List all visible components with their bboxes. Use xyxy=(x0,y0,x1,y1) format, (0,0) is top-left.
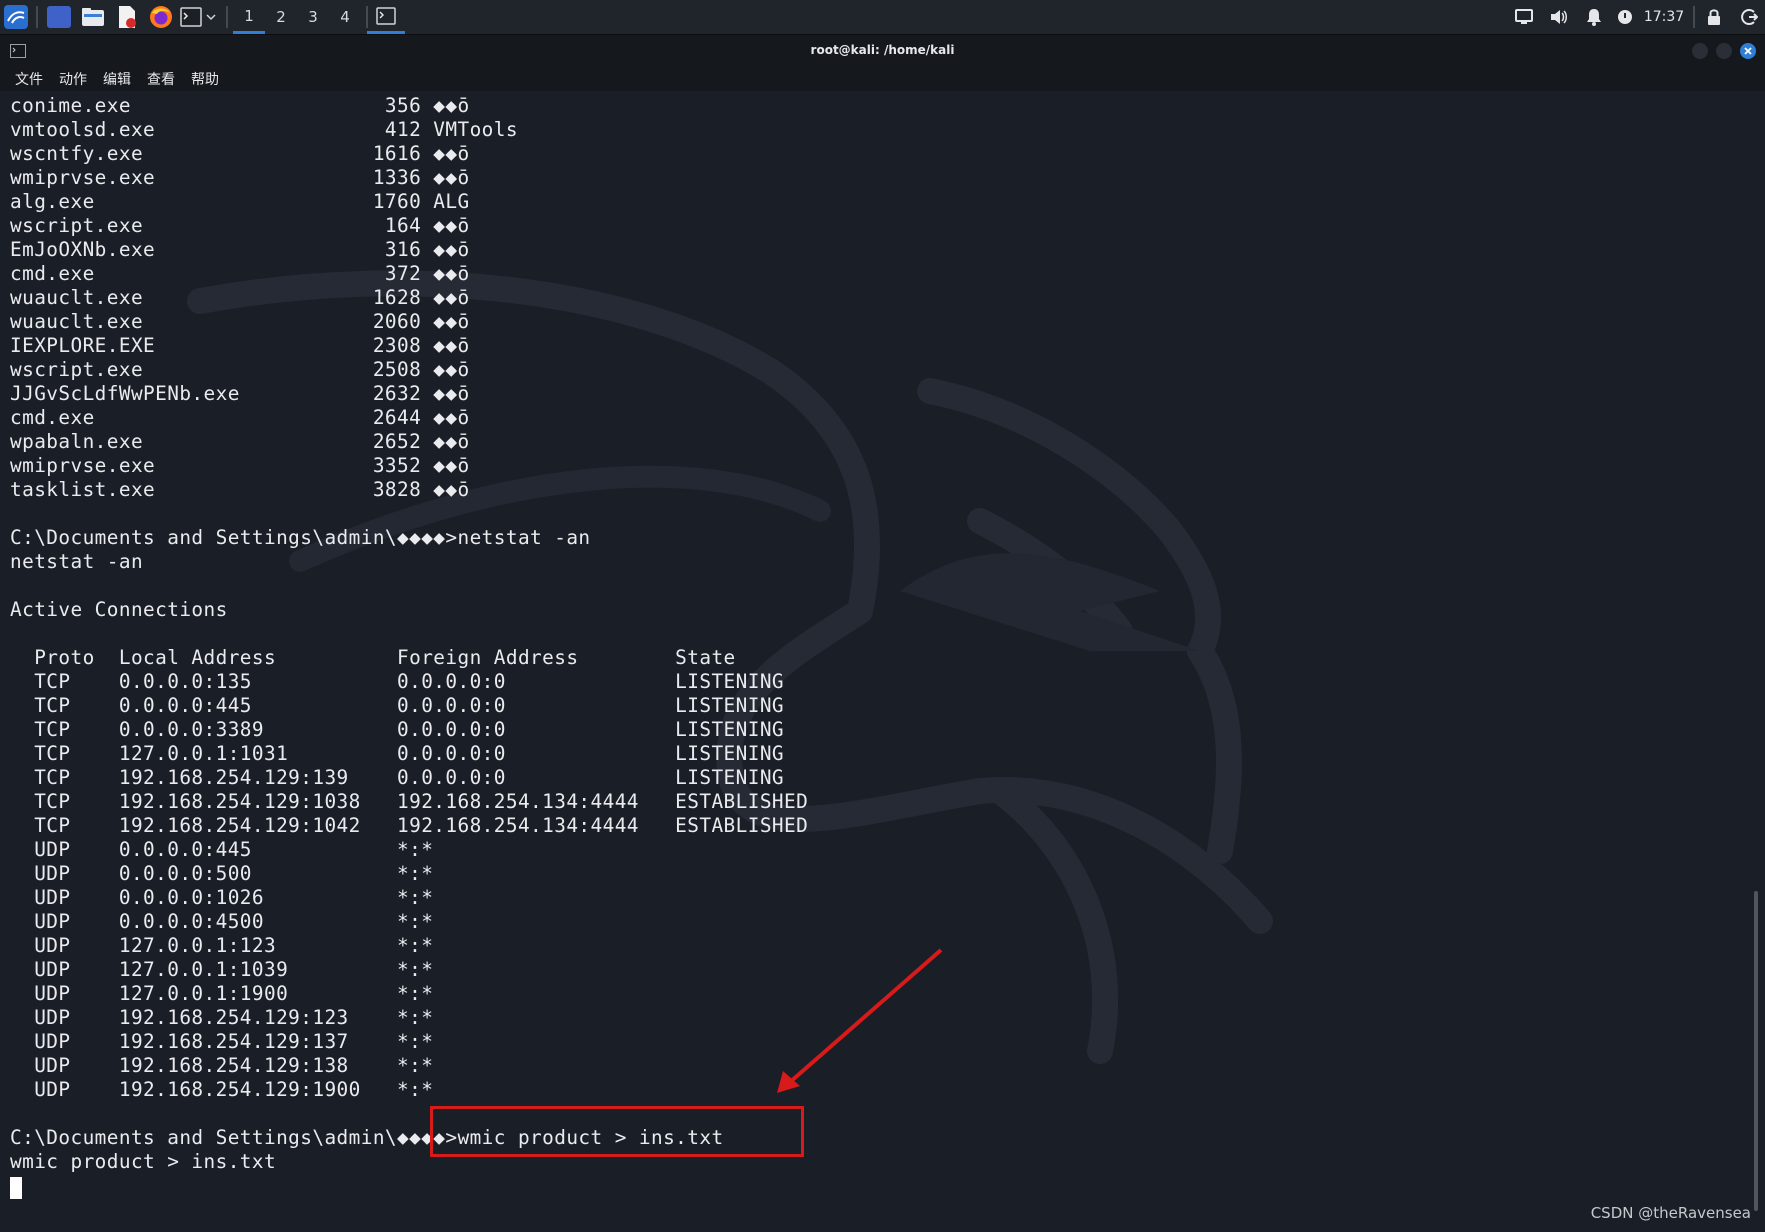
netstat-prompt-line: C:\Documents and Settings\admin\◆◆◆◆>net… xyxy=(10,526,591,549)
kali-menu-icon[interactable] xyxy=(2,0,30,34)
terminal-area[interactable]: conime.exe 356 ◆◆ō vmtoolsd.exe 412 VMToo… xyxy=(0,91,1765,1232)
netstat-connection-row: UDP 127.0.0.1:1900 *:* xyxy=(10,982,676,1005)
process-row: wuauclt.exe 1628 ◆◆ō xyxy=(10,286,470,309)
process-row: JJGvScLdfWwPENb.exe 2632 ◆◆ō xyxy=(10,382,470,405)
netstat-connection-row: UDP 192.168.254.129:1900 *:* xyxy=(10,1078,676,1101)
display-icon[interactable] xyxy=(1510,0,1538,34)
netstat-connection-row: UDP 0.0.0.0:500 *:* xyxy=(10,862,676,885)
firefox-icon[interactable] xyxy=(148,0,174,34)
csdn-watermark: CSDN @theRavensea xyxy=(1590,1204,1751,1222)
netstat-connection-row: UDP 0.0.0.0:1026 *:* xyxy=(10,886,676,909)
clock[interactable]: 17:37 xyxy=(1640,0,1688,34)
minimize-button[interactable] xyxy=(1692,43,1708,59)
netstat-connection-row: UDP 0.0.0.0:445 *:* xyxy=(10,838,676,861)
workspace-1[interactable]: 1 xyxy=(233,0,265,34)
text-editor-icon[interactable] xyxy=(114,0,140,34)
dropdown-chevron-icon[interactable] xyxy=(204,0,218,34)
netstat-connection-row: UDP 192.168.254.129:137 *:* xyxy=(10,1030,676,1053)
terminal-scrollbar[interactable] xyxy=(1754,891,1758,1211)
netstat-connection-row: UDP 127.0.0.1:123 *:* xyxy=(10,934,676,957)
workspace-4[interactable]: 4 xyxy=(329,0,361,34)
lock-icon[interactable] xyxy=(1700,0,1728,34)
netstat-connection-row: TCP 192.168.254.129:139 0.0.0.0:0 LISTEN… xyxy=(10,766,785,789)
notification-bell-icon[interactable] xyxy=(1580,0,1608,34)
process-row: cmd.exe 372 ◆◆ō xyxy=(10,262,470,285)
netstat-connection-row: TCP 0.0.0.0:135 0.0.0.0:0 LISTENING xyxy=(10,670,785,693)
process-row: cmd.exe 2644 ◆◆ō xyxy=(10,406,470,429)
process-row: wuauclt.exe 2060 ◆◆ō xyxy=(10,310,470,333)
netstat-connection-row: UDP 127.0.0.1:1039 *:* xyxy=(10,958,676,981)
menu-action[interactable]: 动作 xyxy=(59,69,87,89)
window-title: root@kali: /home/kali xyxy=(810,43,955,57)
top-panel: 1 2 3 4 17:37 xyxy=(0,0,1765,35)
process-row: EmJoOXNb.exe 316 ◆◆ō xyxy=(10,238,470,261)
process-row: tasklist.exe 3828 ◆◆ō xyxy=(10,478,470,501)
panel-separator xyxy=(226,6,228,28)
wmic-echo-line: wmic product > ins.txt xyxy=(10,1150,277,1173)
process-row: wscript.exe 2508 ◆◆ō xyxy=(10,358,470,381)
panel-separator xyxy=(1693,6,1695,28)
logout-icon[interactable] xyxy=(1735,0,1763,34)
netstat-connection-row: UDP 192.168.254.129:138 *:* xyxy=(10,1054,676,1077)
process-row: vmtoolsd.exe 412 VMTools xyxy=(10,118,518,141)
power-icon[interactable] xyxy=(1614,0,1636,34)
workspace-2[interactable]: 2 xyxy=(265,0,297,34)
annotation-highlight-box xyxy=(430,1106,804,1157)
workspace-switcher: 1 2 3 4 xyxy=(233,0,361,34)
close-icon xyxy=(1744,47,1752,55)
file-manager-icon[interactable] xyxy=(80,0,106,34)
window-titlebar[interactable]: root@kali: /home/kali xyxy=(0,35,1765,66)
panel-separator xyxy=(36,6,38,28)
desktop-icon[interactable] xyxy=(46,0,72,34)
netstat-connection-row: UDP 0.0.0.0:4500 *:* xyxy=(10,910,676,933)
process-row: wmiprvse.exe 3352 ◆◆ō xyxy=(10,454,470,477)
terminal-icon[interactable] xyxy=(180,0,202,34)
netstat-header-row: Proto Local Address Foreign Address Stat… xyxy=(10,646,736,669)
process-row: IEXPLORE.EXE 2308 ◆◆ō xyxy=(10,334,470,357)
menu-file[interactable]: 文件 xyxy=(15,69,43,89)
netstat-connection-row: TCP 0.0.0.0:445 0.0.0.0:0 LISTENING xyxy=(10,694,785,717)
process-row: wscntfy.exe 1616 ◆◆ō xyxy=(10,142,470,165)
netstat-echo-line: netstat -an xyxy=(10,550,144,573)
menu-view[interactable]: 查看 xyxy=(147,69,175,89)
workspace-3[interactable]: 3 xyxy=(297,0,329,34)
netstat-connection-row: UDP 192.168.254.129:123 *:* xyxy=(10,1006,676,1029)
terminal-cursor xyxy=(10,1177,22,1199)
netstat-connection-row: TCP 0.0.0.0:3389 0.0.0.0:0 LISTENING xyxy=(10,718,785,741)
volume-icon[interactable] xyxy=(1545,0,1573,34)
close-button[interactable] xyxy=(1740,43,1756,59)
process-row: wmiprvse.exe 1336 ◆◆ō xyxy=(10,166,470,189)
process-row: alg.exe 1760 ALG xyxy=(10,190,470,213)
active-window-icon[interactable] xyxy=(367,0,405,34)
process-row: wpabaln.exe 2652 ◆◆ō xyxy=(10,430,470,453)
process-row: conime.exe 356 ◆◆ō xyxy=(10,94,470,117)
maximize-button[interactable] xyxy=(1716,43,1732,59)
menu-bar: 文件 动作 编辑 查看 帮助 xyxy=(0,66,1765,91)
netstat-connection-row: TCP 127.0.0.1:1031 0.0.0.0:0 LISTENING xyxy=(10,742,785,765)
menu-help[interactable]: 帮助 xyxy=(191,69,219,89)
netstat-connection-row: TCP 192.168.254.129:1042 192.168.254.134… xyxy=(10,814,809,837)
menu-edit[interactable]: 编辑 xyxy=(103,69,131,89)
netstat-connection-row: TCP 192.168.254.129:1038 192.168.254.134… xyxy=(10,790,809,813)
process-row: wscript.exe 164 ◆◆ō xyxy=(10,214,470,237)
active-connections-heading: Active Connections xyxy=(10,598,228,621)
